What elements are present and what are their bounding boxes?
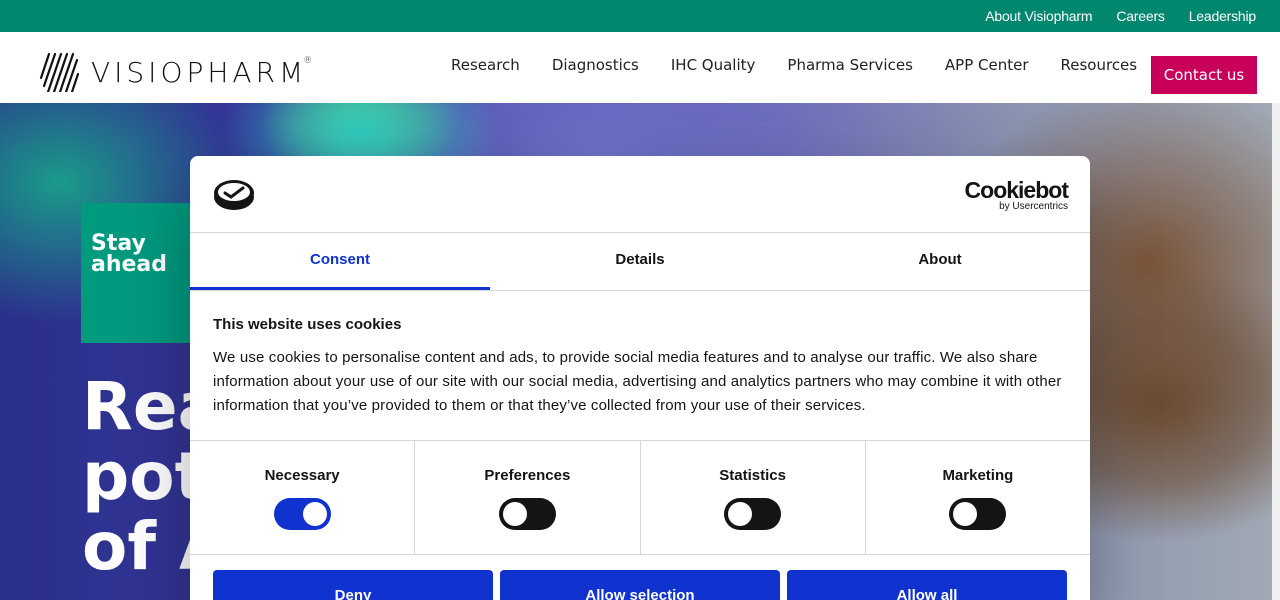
contact-us-button[interactable]: Contact us (1151, 56, 1257, 94)
toggle-knob (728, 502, 753, 526)
main-navigation: VISIOPHARM® Research Diagnostics IHC Qua… (0, 32, 1280, 103)
dialog-header: Cookiebot by Usercentrics (190, 156, 1090, 233)
marketing-toggle[interactable] (949, 498, 1007, 530)
allow-all-button[interactable]: Allow all (787, 570, 1067, 600)
deny-button[interactable]: Deny (213, 570, 493, 600)
dialog-heading: This website uses cookies (213, 316, 402, 333)
category-label: Preferences (484, 467, 571, 484)
cookie-consent-dialog: Cookiebot by Usercentrics Consent Detail… (190, 156, 1090, 600)
category-label: Necessary (264, 467, 340, 484)
nav-menu: Research Diagnostics IHC Quality Pharma … (451, 56, 1137, 74)
nav-item-resources[interactable]: Resources (1061, 56, 1138, 74)
visiopharm-logo[interactable]: VISIOPHARM® (39, 52, 316, 92)
nav-item-app-center[interactable]: APP Center (945, 56, 1029, 74)
category-preferences: Preferences (415, 441, 641, 554)
toggle-knob (302, 502, 327, 526)
logo-wordmark: VISIOPHARM® (91, 55, 317, 89)
dialog-tabs: Consent Details About (190, 233, 1090, 291)
brand-name: Cookiebot (964, 177, 1069, 203)
toggle-knob (953, 502, 978, 526)
category-marketing: Marketing (866, 441, 1090, 554)
cookiebot-logo-icon (214, 180, 254, 210)
category-statistics: Statistics (641, 441, 866, 554)
toggle-knob (502, 502, 527, 526)
category-label: Marketing (942, 467, 1014, 484)
category-necessary: Necessary (190, 441, 416, 554)
cookie-categories: Necessary Preferences Statistics Marketi… (190, 440, 1090, 555)
nav-item-research[interactable]: Research (451, 56, 520, 74)
top-utility-bar: About Visiopharm Careers Leadership (0, 0, 1280, 32)
category-label: Statistics (719, 467, 786, 484)
dialog-actions: Deny Allow selection Allow all (213, 570, 1067, 600)
tab-about[interactable]: About (790, 233, 1090, 290)
visiopharm-logo-icon (39, 52, 79, 92)
tab-details[interactable]: Details (490, 233, 790, 290)
link-careers[interactable]: Careers (1116, 8, 1165, 24)
cookiebot-brand[interactable]: Cookiebot by Usercentrics (964, 177, 1069, 212)
link-about-visiopharm[interactable]: About Visiopharm (985, 8, 1092, 24)
nav-item-diagnostics[interactable]: Diagnostics (552, 56, 639, 74)
allow-selection-button[interactable]: Allow selection (500, 570, 780, 600)
preferences-toggle[interactable] (498, 498, 556, 530)
page-scrollbar[interactable] (1272, 103, 1280, 600)
link-leadership[interactable]: Leadership (1189, 8, 1256, 24)
nav-item-ihc-quality[interactable]: IHC Quality (671, 56, 756, 74)
necessary-toggle[interactable] (273, 498, 331, 530)
dialog-description: We use cookies to personalise content an… (213, 349, 1062, 414)
statistics-toggle[interactable] (724, 498, 782, 530)
nav-item-pharma-services[interactable]: Pharma Services (787, 56, 912, 74)
dialog-body: This website uses cookies We use cookies… (190, 291, 1090, 418)
tab-consent[interactable]: Consent (190, 233, 490, 290)
